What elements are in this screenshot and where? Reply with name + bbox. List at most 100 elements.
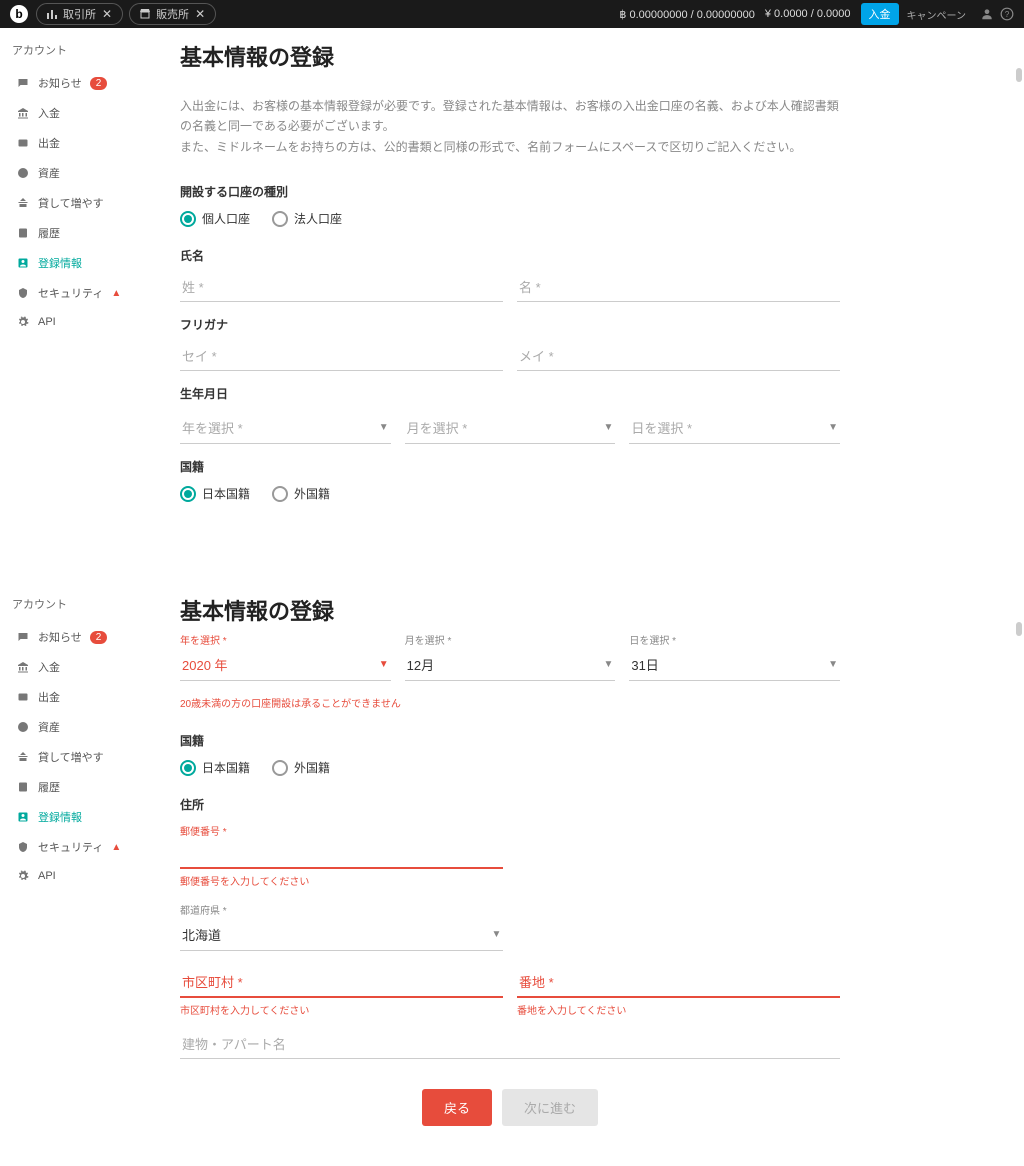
day-label: 日を選択 * [629,632,840,647]
scrollbar-thumb[interactable] [1016,622,1022,636]
radio-jp-national[interactable]: 日本国籍 [180,759,250,776]
year-label: 年を選択 * [180,632,391,647]
lastname-kana-input[interactable] [180,343,503,371]
firstname-kana-input[interactable] [517,343,840,371]
section-name: 氏名 [180,247,840,264]
profile-icon [16,810,30,824]
lend-icon [16,196,30,210]
sidebar-item-profile[interactable]: 登録情報 [12,248,148,278]
gear-icon [16,315,30,329]
chevron-down-icon: ▼ [828,422,838,433]
year-select[interactable]: 2020 年▼ [180,649,391,681]
chevron-down-icon: ▼ [603,659,613,670]
sidebar-item-assets[interactable]: 資産 [12,712,148,742]
sidebar-item-notice[interactable]: お知らせ2 [12,622,148,652]
building-input[interactable] [180,1031,840,1059]
withdraw-icon [16,690,30,704]
pie-icon [16,166,30,180]
btc-balance: ฿ 0.00000000 / 0.00000000 [619,8,754,21]
sidebar: アカウント お知らせ 2 入金 出金 資産 貸して増やす 履歴 登録情報 [0,28,160,582]
radio-personal[interactable]: 個人口座 [180,210,250,227]
chart-icon [47,9,57,19]
user-icon[interactable] [980,7,994,21]
sidebar-item-lend[interactable]: 貸して増やす [12,188,148,218]
main-content-upper: 基本情報の登録 入出金には、お客様の基本情報登録が必要です。登録された基本情報は… [160,28,860,582]
sidebar-item-label: 入金 [38,105,60,121]
sidebar-title: アカウント [12,42,148,58]
month-select[interactable]: 12月▼ [405,649,616,681]
banchi-input[interactable] [517,969,840,998]
chevron-down-icon: ▼ [379,659,389,670]
scrollbar-thumb[interactable] [1016,68,1022,82]
main-content-lower: 基本情報の登録 年を選択 * 2020 年▼ 月を選択 * 12月▼ 日を選択 … [160,582,860,1166]
sidebar-item-security[interactable]: セキュリティ ▲ [12,278,148,308]
warning-icon: ▲ [111,288,121,299]
sidebar-item-label: 貸して増やす [38,195,104,211]
lower-panel: アカウント お知らせ2 入金 出金 資産 貸して増やす 履歴 登録情報 セキュリ… [0,582,1024,1166]
sidebar-item-assets[interactable]: 資産 [12,158,148,188]
radio-foreign-national[interactable]: 外国籍 [272,759,330,776]
chevron-down-icon: ▼ [491,929,501,940]
sidebar-item-label: 出金 [38,135,60,151]
jpy-balance: ¥ 0.0000 / 0.0000 [765,8,851,20]
profile-icon [16,256,30,270]
section-kana: フリガナ [180,316,840,333]
day-select[interactable]: 日を選択 *▼ [629,412,840,444]
lastname-input[interactable] [180,274,503,302]
city-input[interactable] [180,969,503,998]
sidebar-item-label: API [38,316,56,328]
sidebar-item-label: 登録情報 [38,255,82,271]
radio-foreign-national[interactable]: 外国籍 [272,485,330,502]
sidebar-item-withdraw[interactable]: 出金 [12,682,148,712]
radio-corporate[interactable]: 法人口座 [272,210,342,227]
upper-panel: アカウント お知らせ 2 入金 出金 資産 貸して増やす 履歴 登録情報 [0,28,1024,582]
sidebar-item-profile[interactable]: 登録情報 [12,802,148,832]
day-select[interactable]: 31日▼ [629,649,840,681]
next-button: 次に進む [502,1089,598,1126]
sidebar-item-api[interactable]: API [12,308,148,336]
plus-icon: ✕ [195,7,205,21]
gear-icon [16,869,30,883]
section-nationality: 国籍 [180,732,840,749]
sidebar-item-withdraw[interactable]: 出金 [12,128,148,158]
sidebar-item-security[interactable]: セキュリティ▲ [12,832,148,862]
month-select[interactable]: 月を選択 *▼ [405,412,616,444]
sidebar-item-label: 履歴 [38,225,60,241]
sidebar-item-label: セキュリティ [38,285,103,301]
nav-sales[interactable]: 販売所 ✕ [129,3,216,25]
sidebar-item-lend[interactable]: 貸して増やす [12,742,148,772]
prefecture-select[interactable]: 北海道▼ [180,919,503,951]
history-icon [16,780,30,794]
sidebar-item-api[interactable]: API [12,862,148,890]
plus-icon: ✕ [102,7,112,21]
shield-icon [16,286,30,300]
postal-input[interactable] [180,840,503,869]
message-icon [16,630,30,644]
warning-icon: ▲ [111,842,121,853]
chevron-down-icon: ▼ [379,422,389,433]
radio-jp-national[interactable]: 日本国籍 [180,485,250,502]
pref-label: 都道府県 * [180,902,503,917]
sidebar-item-deposit[interactable]: 入金 [12,98,148,128]
month-label: 月を選択 * [405,632,616,647]
campaign-link[interactable]: キャンペーン [907,7,967,22]
sidebar-item-label: 資産 [38,165,60,181]
sidebar-item-history[interactable]: 履歴 [12,218,148,248]
help-icon[interactable]: ? [1000,7,1014,21]
sidebar-item-deposit[interactable]: 入金 [12,652,148,682]
page-title: 基本情報の登録 [180,594,840,626]
banchi-error: 番地を入力してください [517,1002,840,1017]
logo[interactable]: b [10,5,28,23]
section-nationality: 国籍 [180,458,840,475]
firstname-input[interactable] [517,274,840,302]
nav-exchange[interactable]: 取引所 ✕ [36,3,123,25]
postal-error: 郵便番号を入力してください [180,873,503,888]
city-error: 市区町村を入力してください [180,1002,503,1017]
deposit-button[interactable]: 入金 [861,3,899,25]
sidebar-item-notice[interactable]: お知らせ 2 [12,68,148,98]
year-select[interactable]: 年を選択 *▼ [180,412,391,444]
back-button[interactable]: 戻る [422,1089,492,1126]
section-dob: 生年月日 [180,385,840,402]
nav-label: 取引所 [63,6,96,22]
sidebar-item-history[interactable]: 履歴 [12,772,148,802]
